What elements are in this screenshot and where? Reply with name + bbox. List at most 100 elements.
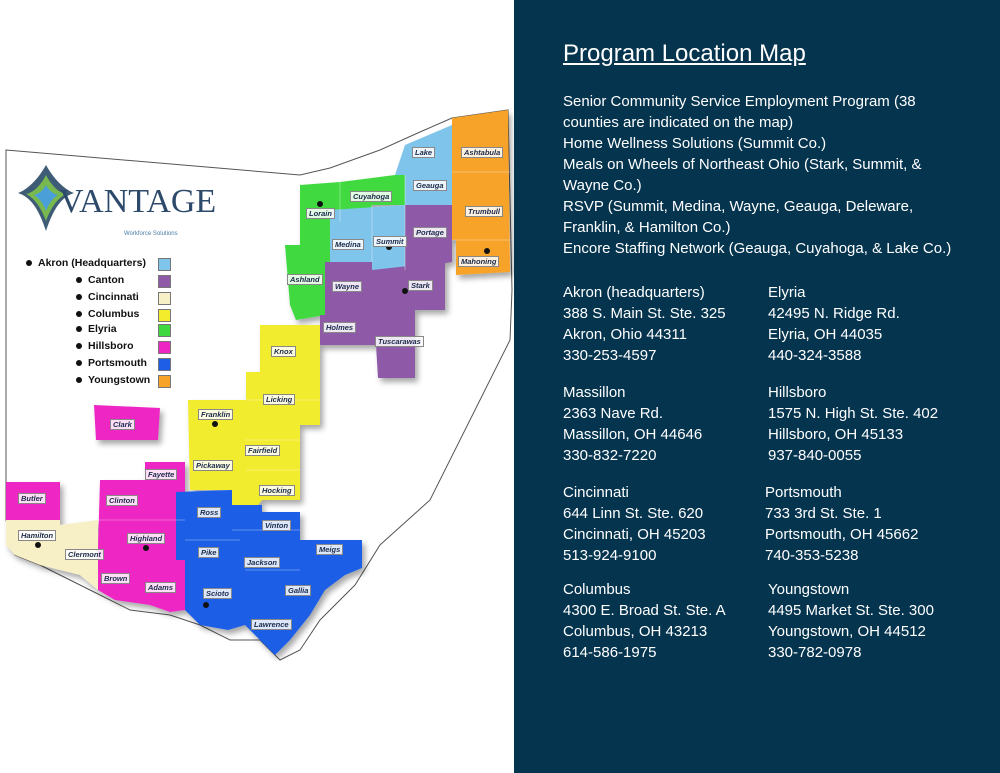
office-akron: Akron (headquarters) 388 S. Main St. Ste… (563, 282, 726, 366)
county-label: Mahoning (458, 256, 500, 267)
county-label: Knox (271, 346, 296, 357)
legend-item: Hillsboro (76, 340, 171, 354)
office-phone: 330-782-0978 (768, 644, 862, 661)
county-label: Pike (198, 547, 220, 558)
county-label: Portage (413, 227, 447, 238)
office-massillon: Massillon 2363 Nave Rd. Massillon, OH 44… (563, 382, 702, 466)
office-phone: 440-324-3588 (768, 347, 862, 364)
county-label: Gallia (285, 585, 312, 596)
office-phone: 937-840-0055 (768, 447, 862, 464)
program-item: Home Wellness Solutions (Summit Co.) (563, 135, 827, 152)
office-portsmouth: Portsmouth 733 3rd St. Ste. 1 Portsmouth… (765, 482, 918, 566)
office-youngstown: Youngstown 4495 Market St. Ste. 300 Youn… (768, 579, 934, 663)
county-label: Adams (145, 582, 177, 593)
county-label: Hamilton (18, 530, 57, 541)
legend-item: Akron (Headquarters) (26, 257, 171, 271)
county-label: Scioto (203, 588, 232, 599)
ohio-map: Lake Ashtabula Cuyahoga Geauga Lorain Tr… (0, 0, 514, 773)
office-name: Akron (headquarters) (563, 284, 705, 301)
county-label: Fairfield (245, 445, 281, 456)
program-item: Meals on Wheels of Northeast Ohio (Stark… (563, 156, 922, 194)
county-label: Meigs (316, 544, 344, 555)
office-street: 2363 Nave Rd. (563, 405, 664, 422)
county-label: Geauga (413, 180, 447, 191)
office-city: Youngstown, OH 44512 (768, 623, 926, 640)
legend-item: Portsmouth (76, 357, 171, 371)
office-elyria: Elyria 42495 N. Ridge Rd. Elyria, OH 440… (768, 282, 900, 366)
office-dot-franklin (212, 421, 218, 427)
office-name: Elyria (768, 284, 806, 301)
vantage-logo: VANTAGE Workforce Solutions (16, 163, 216, 243)
office-phone: 513-924-9100 (563, 547, 657, 564)
office-hillsboro: Hillsboro 1575 N. High St. Ste. 402 Hill… (768, 382, 938, 466)
county-label: Brown (101, 573, 131, 584)
office-street: 644 Linn St. Ste. 620 (563, 505, 704, 522)
legend-item: Canton (76, 274, 171, 288)
office-city: Akron, Ohio 44311 (563, 326, 687, 343)
office-street: 42495 N. Ridge Rd. (768, 305, 900, 322)
office-name: Hillsboro (768, 384, 827, 401)
office-street: 4495 Market St. Ste. 300 (768, 602, 934, 619)
county-label: Vinton (262, 520, 292, 531)
county-label: Lawrence (251, 619, 292, 630)
office-phone: 330-253-4597 (563, 347, 657, 364)
legend-item: Elyria (76, 323, 171, 337)
county-label: Wayne (332, 281, 363, 292)
county-label: Pickaway (193, 460, 233, 471)
office-city: Elyria, OH 44035 (768, 326, 883, 343)
office-street: 4300 E. Broad St. Ste. A (563, 602, 726, 619)
county-label: Clinton (106, 495, 138, 506)
county-label: Highland (127, 533, 166, 544)
county-label: Lorain (306, 208, 335, 219)
office-dot-mahoning (484, 248, 490, 254)
office-name: Massillon (563, 384, 626, 401)
county-label: Summit (373, 236, 407, 247)
info-panel: Program Location Map Senior Community Se… (514, 0, 1000, 773)
county-label: Medina (332, 239, 364, 250)
office-phone: 614-586-1975 (563, 644, 657, 661)
office-dot-lorain (317, 201, 323, 207)
office-city: Cincinnati, OH 45203 (563, 526, 706, 543)
county-label: Cuyahoga (350, 191, 393, 202)
county-label: Ashtabula (461, 147, 504, 158)
office-dot-scioto (203, 602, 209, 608)
region-youngstown (452, 110, 510, 275)
legend-item: Cincinnati (76, 291, 171, 305)
program-item: Encore Staffing Network (Geauga, Cuyahog… (563, 240, 952, 257)
office-street: 733 3rd St. Ste. 1 (765, 505, 882, 522)
county-label: Franklin (198, 409, 234, 420)
office-name: Cincinnati (563, 484, 629, 501)
legend-item: Youngstown (76, 374, 171, 388)
office-columbus: Columbus 4300 E. Broad St. Ste. A Columb… (563, 579, 726, 663)
county-label: Trumbull (465, 206, 503, 217)
office-dot-highland (143, 545, 149, 551)
county-label: Holmes (323, 322, 357, 333)
county-label: Clermont (65, 549, 104, 560)
county-label: Lake (412, 147, 436, 158)
office-street: 388 S. Main St. Ste. 325 (563, 305, 726, 322)
office-street: 1575 N. High St. Ste. 402 (768, 405, 939, 422)
program-list: Senior Community Service Employment Prog… (563, 91, 963, 259)
office-city: Portsmouth, OH 45662 (765, 526, 919, 543)
office-name: Portsmouth (765, 484, 842, 501)
office-phone: 740-353-5238 (765, 547, 859, 564)
office-city: Columbus, OH 43213 (563, 623, 708, 640)
county-label: Licking (263, 394, 296, 405)
legend-item: Columbus (76, 308, 171, 322)
program-item: RSVP (Summit, Medina, Wayne, Geauga, Del… (563, 198, 914, 236)
county-label: Butler (18, 493, 46, 504)
county-label: Clark (110, 419, 135, 430)
office-name: Columbus (563, 581, 631, 598)
office-city: Massillon, OH 44646 (563, 426, 703, 443)
vantage-logo-tagline: Workforce Solutions (124, 231, 178, 237)
program-item: Senior Community Service Employment Prog… (563, 93, 916, 131)
county-label: Fayette (145, 469, 178, 480)
county-label: Ashland (287, 274, 323, 285)
county-label: Tuscarawas (375, 336, 424, 347)
office-dot-hamilton (35, 542, 41, 548)
office-name: Youngstown (768, 581, 850, 598)
county-label: Hocking (259, 485, 295, 496)
vantage-logo-text: VANTAGE (59, 183, 217, 220)
office-phone: 330-832-7220 (563, 447, 657, 464)
county-label: Stark (408, 280, 433, 291)
